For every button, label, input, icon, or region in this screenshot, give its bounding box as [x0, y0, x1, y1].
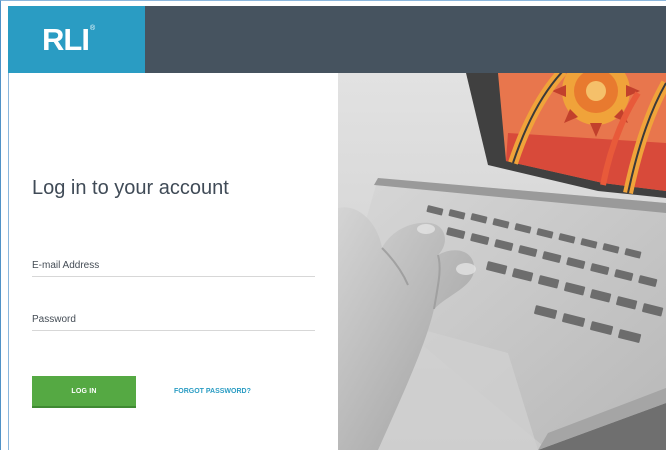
password-input[interactable]: [32, 311, 315, 330]
page-title: Log in to your account: [32, 177, 229, 199]
logo: RLI®: [42, 22, 95, 58]
email-field[interactable]: E-mail Address: [32, 257, 315, 277]
registered-mark: ®: [89, 25, 95, 32]
login-panel: Log in to your account E-mail Address Pa…: [8, 73, 338, 450]
logo-text: RLI: [42, 22, 90, 57]
forgot-password-link[interactable]: FORGOT PASSWORD?: [174, 388, 251, 395]
email-input[interactable]: [32, 257, 315, 276]
hero-image: [338, 73, 666, 450]
logo-box[interactable]: RLI®: [8, 6, 145, 73]
password-field[interactable]: Password: [32, 311, 315, 331]
top-header: RLI®: [8, 6, 666, 73]
login-button[interactable]: LOG IN: [32, 376, 136, 408]
laptop-hand-photo-icon: [338, 73, 666, 450]
